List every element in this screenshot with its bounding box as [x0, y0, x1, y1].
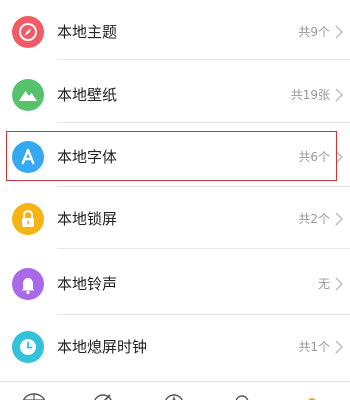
- list-item-label: 本地主题: [57, 23, 118, 41]
- chevron-right-icon: [335, 340, 343, 354]
- list-item-count: 无: [317, 277, 330, 291]
- list-item-local-ringtone[interactable]: 本地铃声 无: [0, 256, 350, 312]
- globe-icon: [22, 393, 46, 400]
- divider: [57, 248, 350, 249]
- chevron-right-icon: [335, 88, 343, 102]
- chevron-right-icon: [335, 212, 343, 226]
- divider: [57, 122, 350, 123]
- tab-font[interactable]: [160, 391, 188, 400]
- tab-globe[interactable]: [20, 391, 48, 400]
- search-icon: [235, 395, 249, 400]
- list-item-local-wallpaper[interactable]: 本地壁纸 共19张: [0, 67, 350, 123]
- chevron-right-icon: [335, 277, 343, 291]
- chevron-right-icon: [335, 25, 343, 39]
- profile-icon: [308, 398, 316, 400]
- list-item-label: 本地熄屏时钟: [57, 338, 148, 356]
- list-item-count: 共19张: [290, 88, 330, 102]
- list-item-count: 共2个: [298, 212, 330, 226]
- bell-icon: [12, 268, 44, 300]
- list-item-count: 共6个: [298, 150, 330, 164]
- mountain-icon: [12, 79, 44, 111]
- chevron-right-icon: [335, 150, 343, 164]
- list-item-local-aod-clock[interactable]: 本地熄屏时钟 共1个: [0, 319, 350, 375]
- list-item-label: 本地字体: [57, 148, 118, 166]
- local-resources-screen: 本地主题 共9个 本地壁纸 共19张 本地字体 共6个 本地锁屏 共2个 本地铃…: [0, 0, 350, 400]
- divider: [57, 314, 350, 315]
- brush-icon: [94, 394, 112, 400]
- list-item-count: 共9个: [298, 25, 330, 39]
- list-item-local-lockscreen[interactable]: 本地锁屏 共2个: [0, 191, 350, 247]
- divider: [57, 59, 350, 60]
- list-item-local-font[interactable]: 本地字体 共6个: [0, 129, 350, 185]
- tab-profile[interactable]: [298, 391, 326, 400]
- letter-a-icon: [12, 141, 44, 173]
- list-item-label: 本地壁纸: [57, 86, 118, 104]
- list-item-label: 本地锁屏: [57, 210, 118, 228]
- list-item-label: 本地铃声: [57, 275, 118, 293]
- clock-icon: [12, 331, 44, 363]
- lock-icon: [12, 203, 44, 235]
- list-item-count: 共1个: [298, 340, 330, 354]
- tab-search[interactable]: [228, 391, 256, 400]
- bottom-tab-bar: [0, 381, 350, 400]
- tab-brush[interactable]: [90, 391, 118, 400]
- list-item-local-theme[interactable]: 本地主题 共9个: [0, 4, 350, 60]
- compass-icon: [12, 16, 44, 48]
- font-tab-icon: [165, 394, 183, 400]
- divider: [57, 186, 350, 187]
